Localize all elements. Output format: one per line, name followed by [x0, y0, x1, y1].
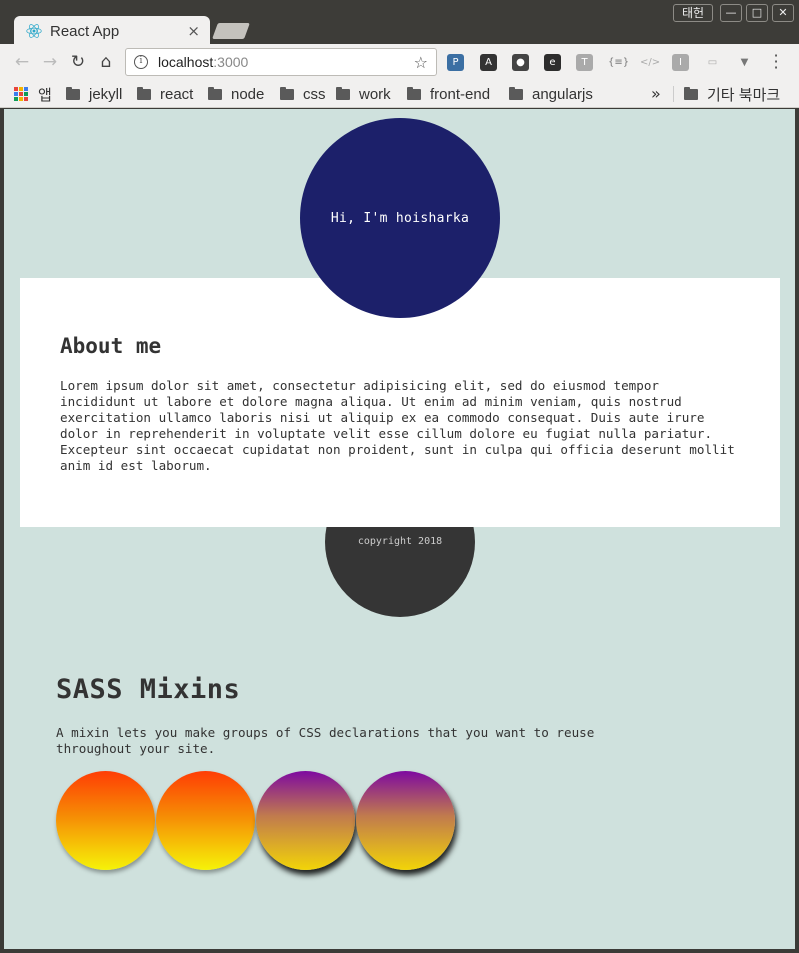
gradient-ball-orange	[156, 771, 255, 870]
title-bar: React App × 태헌 — □ ✕	[0, 0, 799, 46]
info-icon[interactable]: i	[134, 55, 148, 69]
browser-tab[interactable]: React App ×	[14, 16, 210, 46]
vue-devtools-icon[interactable]: ▼	[736, 54, 753, 71]
bookmarks-overflow-icon[interactable]: »	[651, 84, 661, 103]
folder-icon	[684, 86, 698, 100]
about-text: Lorem ipsum dolor sit amet, consectetur …	[60, 378, 735, 473]
apps-grid-icon	[14, 87, 28, 101]
tab-close-icon[interactable]: ×	[187, 22, 200, 40]
about-title: About me	[60, 334, 162, 358]
bookmark-folder-node[interactable]: node	[208, 84, 264, 104]
bookmark-folder-jekyll[interactable]: jekyll	[66, 84, 122, 104]
translate-extension-icon[interactable]: A	[480, 54, 497, 71]
text-extension-icon[interactable]: T	[576, 54, 593, 71]
gradient-ball-orange	[56, 771, 155, 870]
menu-kebab-icon[interactable]: · · ·	[770, 48, 782, 76]
bookmark-apps[interactable]: 앱	[14, 84, 52, 104]
evernote-extension-icon[interactable]: e	[544, 54, 561, 71]
bookmark-folder-angularjs[interactable]: angularjs	[509, 84, 593, 104]
gradient-ball-purple	[256, 771, 355, 870]
bookmark-star-icon[interactable]: ☆	[414, 53, 428, 72]
folder-icon	[66, 86, 80, 100]
folder-icon	[280, 86, 294, 100]
folder-icon	[509, 86, 523, 100]
header-greeting: Hi, I'm hoisharka	[330, 210, 470, 226]
minimize-button[interactable]: —	[720, 4, 742, 22]
bookmarks-bar: 앱 jekyll react node css work front-end a…	[0, 80, 799, 108]
code-extension-icon[interactable]: </>	[640, 54, 660, 71]
bulb-extension-icon[interactable]: ●	[512, 54, 529, 71]
mixins-text: A mixin lets you make groups of CSS decl…	[56, 725, 595, 756]
bookmark-folder-front-end[interactable]: front-end	[407, 84, 490, 104]
bookmark-folder-other[interactable]: 기타 북마크	[684, 84, 780, 104]
folder-icon	[137, 86, 151, 100]
new-tab-button[interactable]	[212, 23, 250, 39]
profile-button[interactable]: 태헌	[673, 4, 713, 22]
close-window-button[interactable]: ✕	[772, 4, 794, 22]
cursor-extension-icon[interactable]: I	[672, 54, 689, 71]
bookmark-folder-css[interactable]: css	[280, 84, 326, 104]
header-circle: Hi, I'm hoisharka	[300, 118, 500, 318]
browser-toolbar: ← → ↻ ⌂ i localhost:3000 ☆ P A ● e T {≡}…	[0, 44, 799, 80]
bookmark-folder-react[interactable]: react	[137, 84, 193, 104]
react-logo-icon	[26, 23, 42, 39]
copyright-text: copyright 2018	[357, 536, 443, 547]
folder-icon	[407, 86, 421, 100]
bookmarks-divider	[673, 86, 674, 102]
home-icon[interactable]: ⌂	[96, 52, 116, 72]
python-extension-icon[interactable]: P	[447, 54, 464, 71]
back-arrow-icon[interactable]: ←	[12, 52, 32, 72]
page-viewport: Hi, I'm hoisharka About me Lorem ipsum d…	[4, 109, 795, 949]
mixins-title: SASS Mixins	[56, 674, 241, 705]
bookmark-folder-work[interactable]: work	[336, 84, 391, 104]
folder-icon	[336, 86, 350, 100]
url-text[interactable]: localhost:3000	[158, 54, 414, 70]
json-extension-icon[interactable]: {≡}	[608, 54, 629, 71]
maximize-button[interactable]: □	[746, 4, 768, 22]
tab-title: React App	[50, 22, 120, 40]
cast-extension-icon[interactable]: ▭	[704, 54, 721, 71]
reload-icon[interactable]: ↻	[68, 52, 88, 72]
forward-arrow-icon[interactable]: →	[40, 52, 60, 72]
gradient-ball-purple	[356, 771, 455, 870]
folder-icon	[208, 86, 222, 100]
address-bar[interactable]: i localhost:3000 ☆	[125, 48, 437, 76]
